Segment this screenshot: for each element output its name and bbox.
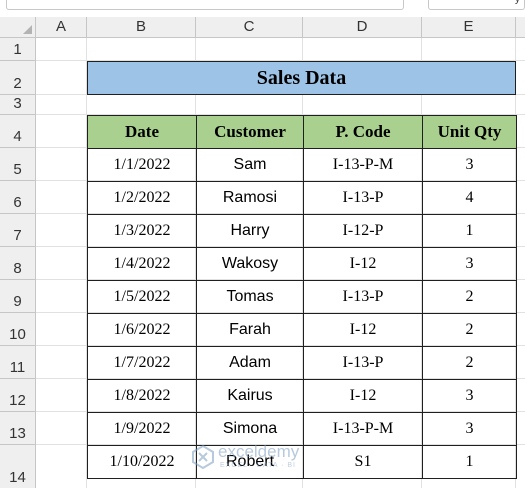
customer-cell[interactable]: Sam — [196, 148, 304, 182]
column-header-b[interactable]: B — [87, 17, 196, 38]
sales-data-title[interactable]: Sales Data — [87, 61, 516, 95]
product-code-cell[interactable]: I-13-P — [303, 181, 423, 215]
table-row: 1/4/2022 Wakosy I-12 3 — [87, 247, 517, 281]
unit-qty-cell[interactable]: 2 — [422, 346, 517, 380]
row-header-11[interactable]: 11 — [0, 346, 36, 379]
product-code-cell[interactable]: I-13-P-M — [303, 148, 423, 182]
customer-cell[interactable]: Simona — [196, 412, 304, 446]
header-unit-qty[interactable]: Unit Qty — [422, 115, 517, 149]
header-date[interactable]: Date — [87, 115, 197, 149]
unit-qty-cell[interactable]: 3 — [422, 379, 517, 413]
row-header-6[interactable]: 6 — [0, 181, 36, 214]
column-header-d[interactable]: D — [303, 17, 422, 38]
formula-bar-text: y — [515, 0, 520, 5]
date-cell[interactable]: 1/2/2022 — [87, 181, 197, 215]
row-header-2[interactable]: 2 — [0, 61, 36, 95]
row-header-3[interactable]: 3 — [0, 95, 36, 115]
formula-bar-end[interactable]: y — [428, 0, 525, 10]
date-cell[interactable]: 1/3/2022 — [87, 214, 197, 248]
row-header-8[interactable]: 8 — [0, 247, 36, 280]
product-code-cell[interactable]: I-12-P — [303, 214, 423, 248]
date-cell[interactable]: 1/5/2022 — [87, 280, 197, 314]
row-header-13[interactable]: 13 — [0, 412, 36, 445]
unit-qty-cell[interactable]: 2 — [422, 280, 517, 314]
date-cell[interactable]: 1/10/2022 — [87, 445, 197, 479]
select-all-corner[interactable] — [0, 17, 36, 38]
formula-bar-strip: y — [0, 0, 525, 18]
product-code-cell[interactable]: S1 — [303, 445, 423, 479]
row-header-12[interactable]: 12 — [0, 379, 36, 412]
table-row: 1/9/2022 Simona I-13-P-M 3 — [87, 412, 517, 446]
table-row: 1/2/2022 Ramosi I-13-P 4 — [87, 181, 517, 215]
row-header-7[interactable]: 7 — [0, 214, 36, 247]
unit-qty-cell[interactable]: 4 — [422, 181, 517, 215]
column-header-a[interactable]: A — [36, 17, 87, 38]
product-code-cell[interactable]: I-13-P — [303, 346, 423, 380]
sales-table: Date Customer P. Code Unit Qty 1/1/2022 … — [87, 115, 517, 479]
table-row: 1/5/2022 Tomas I-13-P 2 — [87, 280, 517, 314]
customer-cell[interactable]: Wakosy — [196, 247, 304, 281]
formula-input[interactable] — [6, 0, 404, 10]
column-header-c[interactable]: C — [196, 17, 303, 38]
table-row: 1/10/2022 Robert S1 1 — [87, 445, 517, 479]
table-row: 1/1/2022 Sam I-13-P-M 3 — [87, 148, 517, 182]
customer-cell[interactable]: Harry — [196, 214, 304, 248]
row-header-1[interactable]: 1 — [0, 38, 36, 61]
product-code-cell[interactable]: I-12 — [303, 313, 423, 347]
unit-qty-cell[interactable]: 2 — [422, 313, 517, 347]
table-row: 1/8/2022 Kairus I-12 3 — [87, 379, 517, 413]
row-header-9[interactable]: 9 — [0, 280, 36, 313]
customer-cell[interactable]: Adam — [196, 346, 304, 380]
unit-qty-cell[interactable]: 1 — [422, 445, 517, 479]
product-code-cell[interactable]: I-13-P — [303, 280, 423, 314]
date-cell[interactable]: 1/8/2022 — [87, 379, 197, 413]
product-code-cell[interactable]: I-13-P-M — [303, 412, 423, 446]
customer-cell[interactable]: Farah — [196, 313, 304, 347]
date-cell[interactable]: 1/6/2022 — [87, 313, 197, 347]
header-product-code[interactable]: P. Code — [303, 115, 423, 149]
product-code-cell[interactable]: I-12 — [303, 379, 423, 413]
date-cell[interactable]: 1/4/2022 — [87, 247, 197, 281]
column-header-f[interactable] — [516, 17, 525, 38]
customer-cell[interactable]: Ramosi — [196, 181, 304, 215]
unit-qty-cell[interactable]: 1 — [422, 214, 517, 248]
table-row: 1/6/2022 Farah I-12 2 — [87, 313, 517, 347]
date-cell[interactable]: 1/7/2022 — [87, 346, 197, 380]
header-customer[interactable]: Customer — [196, 115, 304, 149]
unit-qty-cell[interactable]: 3 — [422, 247, 517, 281]
table-row: 1/3/2022 Harry I-12-P 1 — [87, 214, 517, 248]
customer-cell[interactable]: Tomas — [196, 280, 304, 314]
product-code-cell[interactable]: I-12 — [303, 247, 423, 281]
row-header-10[interactable]: 10 — [0, 313, 36, 346]
customer-cell[interactable]: Kairus — [196, 379, 304, 413]
row-header-4[interactable]: 4 — [0, 115, 36, 148]
customer-cell[interactable]: Robert — [196, 445, 304, 479]
date-cell[interactable]: 1/9/2022 — [87, 412, 197, 446]
date-cell[interactable]: 1/1/2022 — [87, 148, 197, 182]
unit-qty-cell[interactable]: 3 — [422, 148, 517, 182]
table-row: 1/7/2022 Adam I-13-P 2 — [87, 346, 517, 380]
row-header-14[interactable]: 14 — [0, 445, 36, 488]
unit-qty-cell[interactable]: 3 — [422, 412, 517, 446]
column-header-e[interactable]: E — [422, 17, 516, 38]
row-header-5[interactable]: 5 — [0, 148, 36, 181]
